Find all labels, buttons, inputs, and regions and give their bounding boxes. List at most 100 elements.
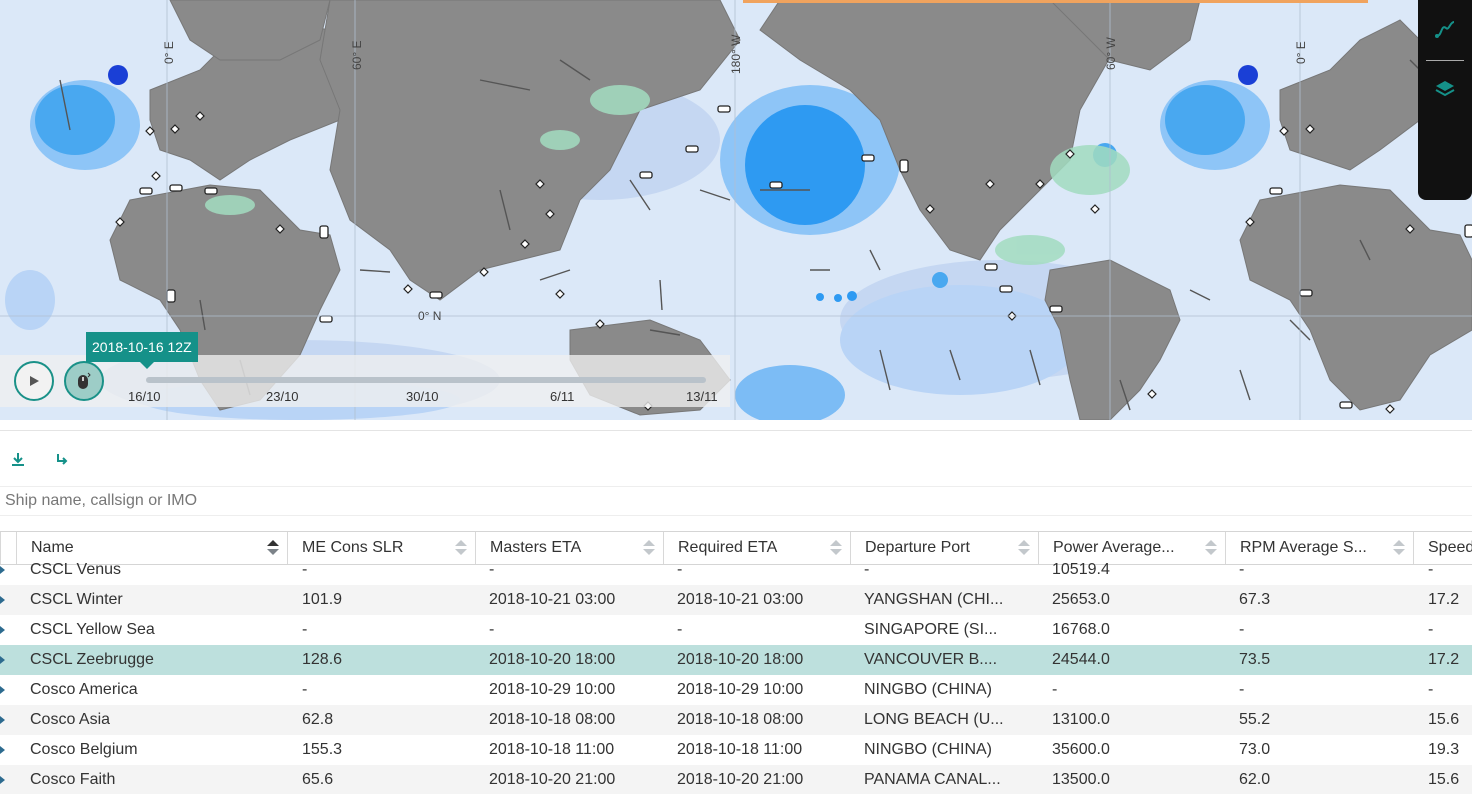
time-slider[interactable]: [146, 377, 706, 383]
table-row[interactable]: Cosco Faith 65.6 2018-10-20 21:00 2018-10-2…: [0, 765, 1472, 794]
vessel-table: Name ME Cons SLR Masters ETA Required ET…: [0, 531, 1472, 794]
progress-bar: [743, 0, 1368, 3]
cell-name: Cosco Asia: [30, 711, 111, 728]
route-icon[interactable]: [1430, 14, 1460, 44]
cell-departure-port: -: [864, 561, 870, 578]
cell-masters-eta: 2018-10-18 08:00: [489, 711, 616, 728]
reset-icon: [57, 454, 68, 465]
sort-icon: [1393, 540, 1405, 556]
cell-departure-port: PANAMA CANAL...: [864, 771, 1001, 788]
table-row[interactable]: Cosco Asia 62.8 2018-10-18 08:00 2018-10-18…: [0, 705, 1472, 735]
expand-row-icon[interactable]: [0, 656, 5, 664]
sort-icon: [455, 540, 467, 556]
cell-power-average: 35600.0: [1052, 741, 1110, 758]
cell-me-cons-slr: -: [302, 561, 308, 578]
cell-speed: 17.2: [1428, 651, 1460, 668]
download-button[interactable]: [10, 451, 30, 471]
table-row[interactable]: CSCL Winter 101.9 2018-10-21 03:00 2018-10-…: [0, 585, 1472, 615]
cell-rpm-average: 73.0: [1239, 741, 1271, 758]
play-icon: [30, 376, 39, 386]
table-row[interactable]: Cosco Belgium 155.3 2018-10-18 11:00 2018-1…: [0, 735, 1472, 765]
expand-row-icon[interactable]: [0, 596, 5, 604]
sort-icon: [1018, 540, 1030, 556]
expand-row-icon[interactable]: [0, 566, 5, 574]
cell-speed: 17.2: [1428, 591, 1460, 608]
expand-row-icon[interactable]: [0, 746, 5, 754]
cell-me-cons-slr: 101.9: [302, 591, 343, 608]
timeline-tick: 30/10: [406, 389, 439, 404]
column-header-label: Speed: [1428, 539, 1472, 556]
graticule-label: 60° W: [1104, 37, 1118, 70]
cell-departure-port: NINGBO (CHINA): [864, 681, 992, 698]
expand-row-icon[interactable]: [0, 626, 5, 634]
timeline-bar: 16/10 23/10 30/10 6/11 13/11: [0, 355, 730, 407]
weather-map[interactable]: 0° E 60° E 180° W 60° W 0° E 0° N 16/10 …: [0, 0, 1472, 420]
cell-masters-eta: 2018-10-18 11:00: [489, 741, 615, 758]
cell-rpm-average: -: [1239, 621, 1245, 638]
cell-power-average: -: [1052, 681, 1058, 698]
cell-me-cons-slr: 65.6: [302, 771, 334, 788]
cell-name: Cosco Belgium: [30, 741, 138, 758]
cell-masters-eta: -: [489, 621, 495, 638]
cell-departure-port: SINGAPORE (SI...: [864, 621, 998, 638]
cell-name: CSCL Zeebrugge: [30, 651, 154, 668]
graticule-label: 180° W: [729, 34, 743, 74]
sort-icon: [1205, 540, 1217, 556]
sort-icon: [830, 540, 842, 556]
cell-me-cons-slr: 62.8: [302, 711, 334, 728]
layers-icon[interactable]: [1430, 74, 1460, 104]
cell-required-eta: 2018-10-29 10:00: [677, 681, 804, 698]
cell-speed: 15.6: [1428, 711, 1460, 728]
cell-power-average: 25653.0: [1052, 591, 1110, 608]
cell-speed: 19.3: [1428, 741, 1460, 758]
cell-power-average: 13100.0: [1052, 711, 1110, 728]
cell-masters-eta: 2018-10-21 03:00: [489, 591, 616, 608]
cell-name: CSCL Venus: [30, 561, 122, 578]
reset-button[interactable]: [54, 451, 74, 471]
cell-name: CSCL Yellow Sea: [30, 621, 155, 638]
current-time-tooltip: 2018-10-16 12Z: [86, 332, 198, 369]
cell-required-eta: 2018-10-18 08:00: [677, 711, 804, 728]
table-row[interactable]: CSCL Zeebrugge 128.6 2018-10-20 18:00 2018-…: [0, 645, 1472, 675]
table-row[interactable]: CSCL Yellow Sea - - - SINGAPORE (SI... 16768.…: [0, 615, 1472, 645]
expand-row-icon[interactable]: [0, 716, 5, 724]
cell-departure-port: LONG BEACH (U...: [864, 711, 1004, 728]
cell-power-average: 13500.0: [1052, 771, 1110, 788]
cell-masters-eta: 2018-10-20 18:00: [489, 651, 616, 668]
mouse-icon: [78, 372, 91, 389]
cell-speed: -: [1428, 621, 1434, 638]
mouse-mode-button[interactable]: [64, 361, 104, 401]
cell-required-eta: 2018-10-21 03:00: [677, 591, 804, 608]
table-row[interactable]: Cosco America - 2018-10-29 10:00 2018-10-29…: [0, 675, 1472, 705]
table-toolbar: [0, 430, 1472, 487]
cell-speed: -: [1428, 681, 1434, 698]
sort-icon: [267, 540, 279, 556]
map-side-panel: [1418, 0, 1472, 200]
play-button[interactable]: [14, 361, 54, 401]
cell-power-average: 24544.0: [1052, 651, 1110, 668]
graticule-label: 60° E: [350, 40, 364, 70]
cell-me-cons-slr: 128.6: [302, 651, 343, 668]
cell-me-cons-slr: 155.3: [302, 741, 343, 758]
timeline-tick: 6/11: [550, 389, 575, 404]
cell-rpm-average: -: [1239, 681, 1245, 698]
cell-name: Cosco Faith: [30, 771, 116, 788]
timeline-tick: 23/10: [266, 389, 299, 404]
search-input[interactable]: [0, 486, 1472, 516]
cell-rpm-average: 73.5: [1239, 651, 1271, 668]
cell-rpm-average: 67.3: [1239, 591, 1271, 608]
cell-masters-eta: -: [489, 561, 495, 578]
expand-row-icon[interactable]: [0, 686, 5, 694]
divider: [1426, 60, 1464, 61]
cell-required-eta: -: [677, 621, 683, 638]
graticule-label: 0° N: [418, 309, 442, 323]
cell-power-average: 16768.0: [1052, 621, 1110, 638]
cell-me-cons-slr: -: [302, 621, 308, 638]
cell-name: Cosco America: [30, 681, 138, 698]
cell-masters-eta: 2018-10-20 21:00: [489, 771, 616, 788]
table-row[interactable]: CSCL Venus - - - - 10519.4 - -: [0, 555, 1472, 585]
cell-required-eta: -: [677, 561, 683, 578]
timeline-tick: 13/11: [686, 389, 718, 404]
expand-row-icon[interactable]: [0, 776, 5, 784]
cell-departure-port: VANCOUVER B....: [864, 651, 998, 668]
